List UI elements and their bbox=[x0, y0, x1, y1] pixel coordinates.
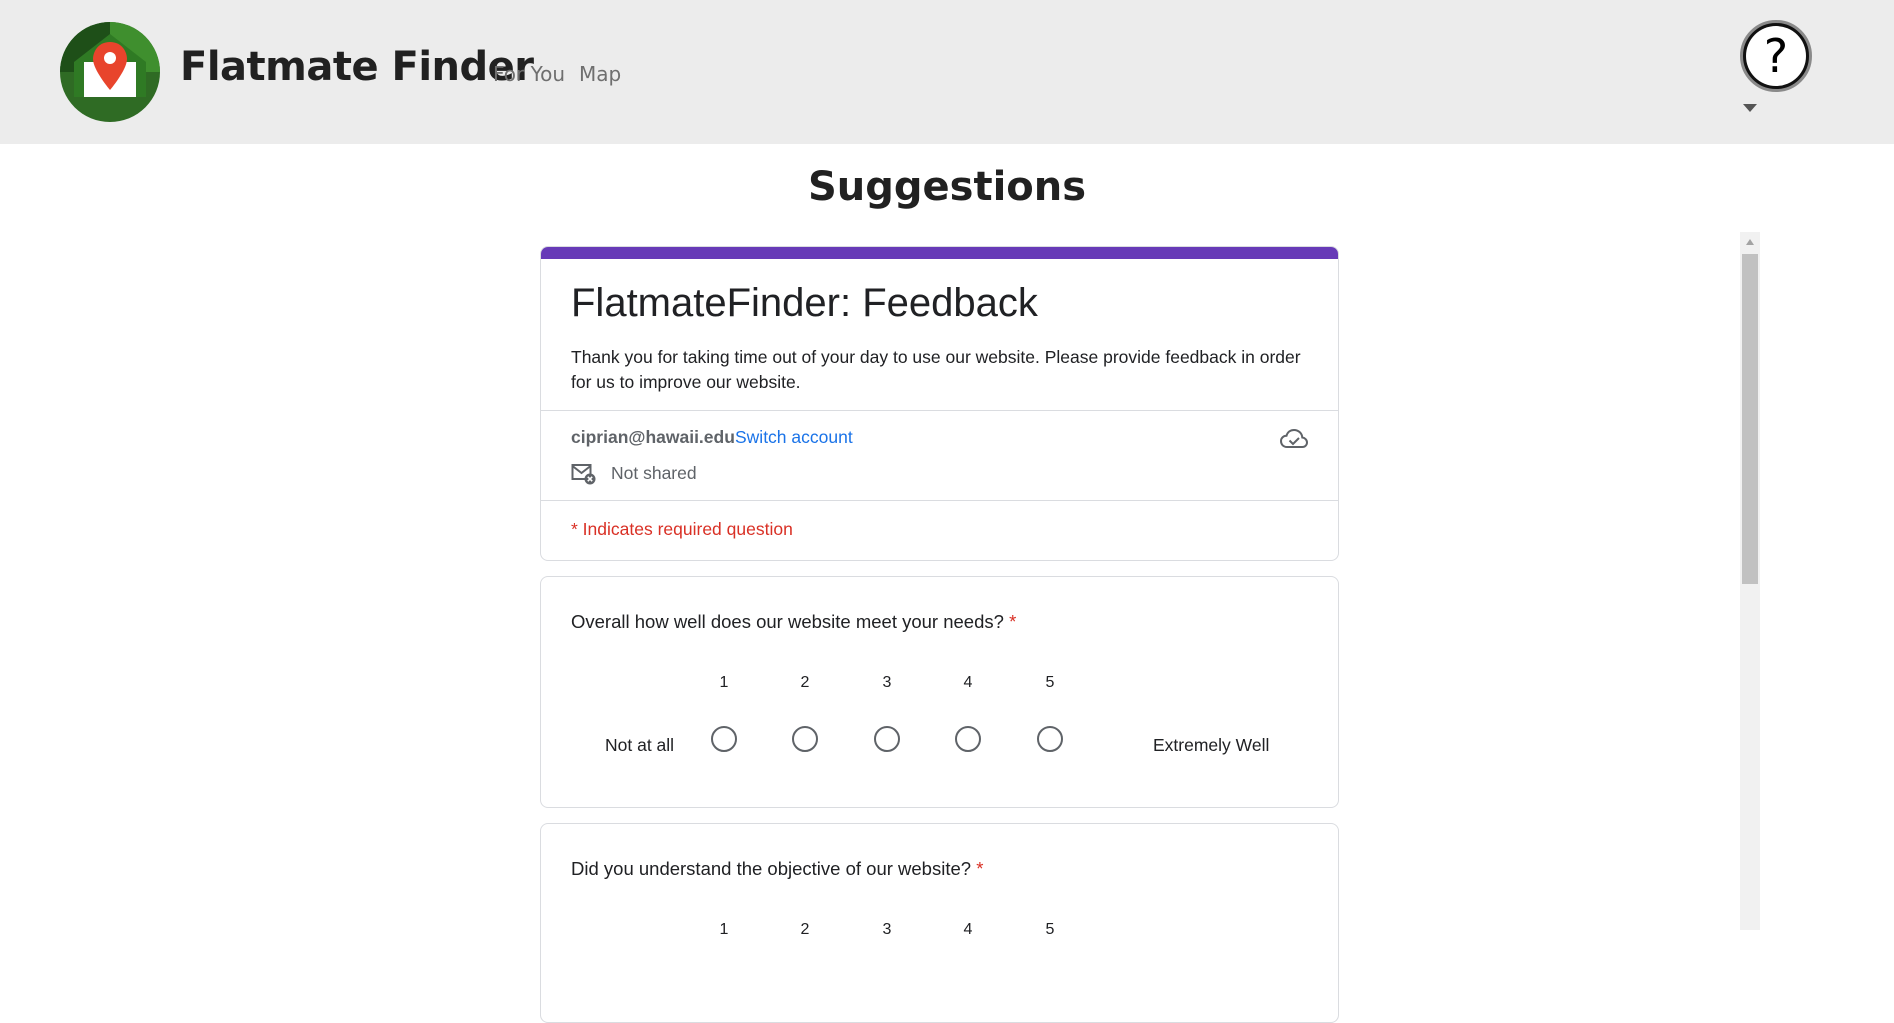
brand-title[interactable]: Flatmate Finder bbox=[180, 44, 534, 90]
radio-option-1[interactable] bbox=[711, 726, 737, 752]
navbar: Flatmate Finder For You Map ? bbox=[0, 0, 1894, 144]
radio-option-2[interactable] bbox=[792, 726, 818, 752]
form-accent-bar bbox=[541, 247, 1338, 259]
divider bbox=[541, 410, 1338, 411]
mail-not-shared-icon bbox=[571, 464, 596, 485]
scale-label-3: 3 bbox=[882, 674, 892, 691]
scale-label-1: 1 bbox=[719, 674, 729, 691]
scale-label-2: 2 bbox=[800, 921, 810, 938]
cloud-saved-icon bbox=[1279, 428, 1309, 448]
page-title: Suggestions bbox=[807, 164, 1087, 210]
question-text: Overall how well does our website meet y… bbox=[571, 611, 1004, 632]
account-email: ciprian@hawaii.edu bbox=[571, 427, 735, 447]
scale-label-5: 5 bbox=[1045, 674, 1055, 691]
scale-low-label: Not at all bbox=[605, 735, 675, 755]
question-title: Did you understand the objective of our … bbox=[571, 858, 983, 880]
scale-label-5: 5 bbox=[1045, 921, 1055, 938]
house-location-pin-icon[interactable] bbox=[60, 22, 160, 122]
question-card: Did you understand the objective of our … bbox=[540, 823, 1339, 1023]
radio-option-4[interactable] bbox=[955, 726, 981, 752]
scroll-up-arrow-icon[interactable] bbox=[1746, 239, 1754, 245]
question-text: Did you understand the objective of our … bbox=[571, 858, 972, 879]
radio-option-3[interactable] bbox=[874, 726, 900, 752]
divider bbox=[541, 500, 1338, 501]
nav-link-for-you[interactable]: For You bbox=[493, 62, 565, 86]
scale-high-label: Extremely Well bbox=[1153, 735, 1270, 755]
scrollbar-thumb[interactable] bbox=[1742, 254, 1758, 584]
help-question-icon: ? bbox=[1746, 26, 1806, 86]
nav-link-map[interactable]: Map bbox=[579, 62, 621, 86]
form-header-card: FlatmateFinder: Feedback Thank you for t… bbox=[540, 246, 1339, 561]
dropdown-caret-icon[interactable] bbox=[1743, 104, 1757, 112]
form-scrollbar[interactable] bbox=[1740, 232, 1760, 930]
radio-option-5[interactable] bbox=[1037, 726, 1063, 752]
form-title: FlatmateFinder: Feedback bbox=[571, 281, 1038, 325]
required-asterisk: * bbox=[1009, 611, 1017, 632]
help-button[interactable]: ? bbox=[1740, 20, 1812, 92]
scale-label-3: 3 bbox=[882, 921, 892, 938]
scale-label-4: 4 bbox=[963, 921, 973, 938]
question-title: Overall how well does our website meet y… bbox=[571, 611, 1016, 633]
form-description: Thank you for taking time out of your da… bbox=[571, 347, 1301, 392]
scale-label-1: 1 bbox=[719, 921, 729, 938]
required-note: * Indicates required question bbox=[571, 519, 793, 539]
switch-account-link[interactable]: Switch account bbox=[735, 427, 853, 448]
required-asterisk: * bbox=[976, 858, 984, 879]
scale-label-4: 4 bbox=[963, 674, 973, 691]
not-shared-label: Not shared bbox=[611, 463, 697, 483]
question-card: Overall how well does our website meet y… bbox=[540, 576, 1339, 808]
scale-label-2: 2 bbox=[800, 674, 810, 691]
